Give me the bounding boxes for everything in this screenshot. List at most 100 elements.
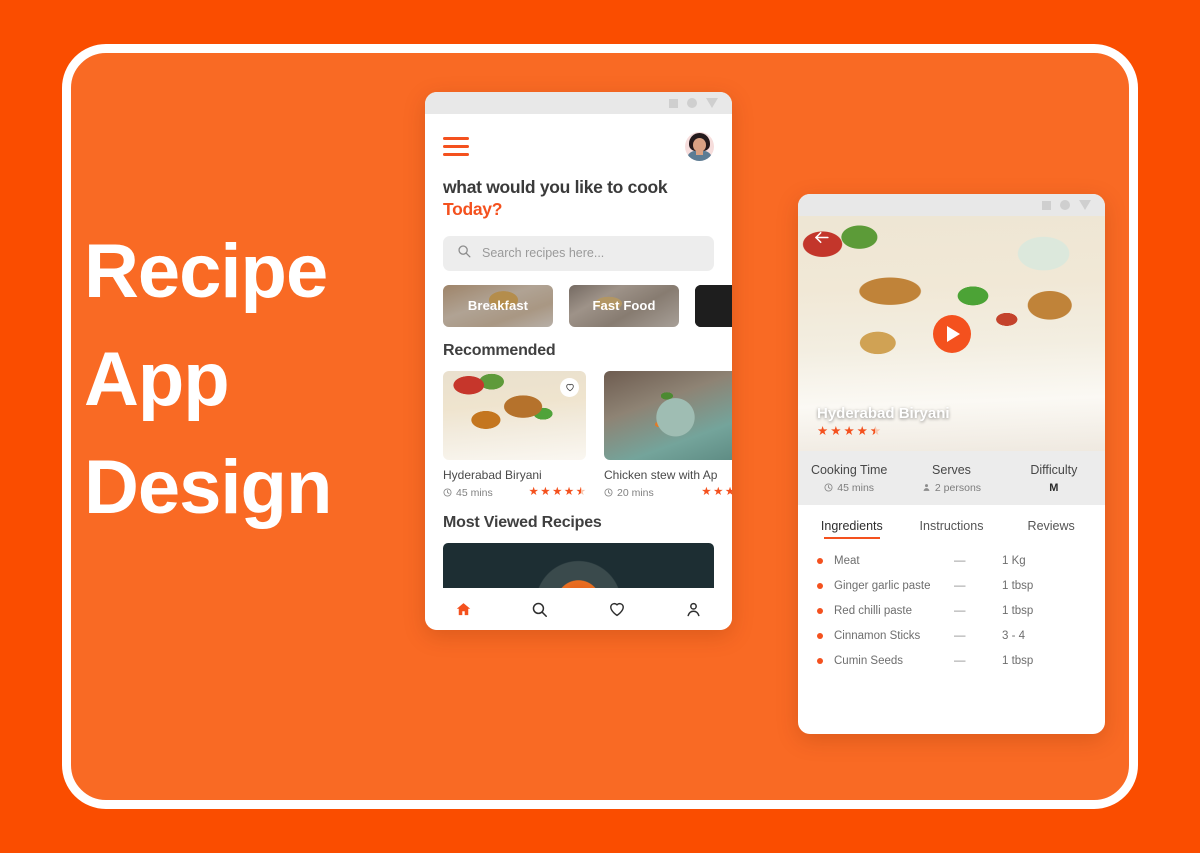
nav-search[interactable] bbox=[531, 601, 548, 618]
greeting-line-1: what would you like to cook bbox=[443, 177, 668, 197]
ingredient-row: Cinnamon Sticks — 3 - 4 bbox=[817, 630, 1086, 642]
recipe-card[interactable]: Hyderabad Biryani 45 mins ★ ★ ★ ★ ★ bbox=[443, 370, 586, 499]
search-input[interactable]: Search recipes here... bbox=[443, 235, 714, 271]
category-chip-breakfast[interactable]: Breakfast bbox=[443, 284, 553, 327]
clock-icon bbox=[824, 483, 833, 492]
recipe-time-label: 45 mins bbox=[456, 486, 493, 499]
ingredient-quantity: 3 - 4 bbox=[1002, 630, 1026, 642]
bullet-icon bbox=[817, 583, 823, 589]
category-chip-fast-food[interactable]: Fast Food bbox=[569, 284, 679, 327]
recipe-time-label: 20 mins bbox=[617, 486, 654, 499]
greeting-line-2: Today? bbox=[443, 199, 503, 220]
category-chips: Breakfast Fast Food bbox=[443, 284, 732, 327]
hamburger-menu-icon[interactable] bbox=[443, 136, 469, 157]
square-icon bbox=[1042, 200, 1051, 210]
rating-stars: ★ ★ ★ ★ ★ bbox=[817, 424, 881, 438]
headline-line-1: Recipe bbox=[84, 229, 328, 314]
profile-icon bbox=[687, 602, 700, 616]
person-icon bbox=[923, 484, 930, 491]
home-content: what would you like to cook Today? Searc… bbox=[425, 114, 732, 630]
bullet-icon bbox=[817, 608, 823, 614]
ingredient-name: Cinnamon Sticks bbox=[834, 630, 921, 642]
home-screen-mockup: what would you like to cook Today? Searc… bbox=[425, 92, 732, 630]
nav-profile[interactable] bbox=[685, 601, 702, 618]
triangle-icon bbox=[706, 98, 718, 108]
ingredient-quantity: 1 tbsp bbox=[1002, 605, 1034, 617]
info-label: Cooking Time bbox=[810, 462, 888, 477]
rating-stars: ★★★★ bbox=[701, 486, 732, 499]
info-value: 45 mins bbox=[798, 482, 900, 494]
circle-icon bbox=[1060, 200, 1070, 210]
info-value-label: 2 persons bbox=[934, 481, 982, 494]
category-chip-label: Breakfast bbox=[467, 298, 529, 314]
search-icon bbox=[457, 244, 471, 263]
status-bar bbox=[425, 92, 732, 114]
rating-stars: ★ ★ ★ ★ ★ bbox=[528, 487, 586, 499]
recipe-info-row: Cooking Time 45 mins Serves 2 persons Di… bbox=[798, 451, 1105, 505]
ingredient-name: Meat bbox=[834, 555, 860, 567]
ingredient-separator: — bbox=[954, 580, 966, 592]
category-chip-label: Fast Food bbox=[592, 298, 656, 314]
headline-line-2: App bbox=[84, 336, 230, 422]
square-icon bbox=[669, 98, 678, 108]
tab-ingredients[interactable]: Ingredients bbox=[802, 519, 902, 539]
nav-favorites[interactable] bbox=[608, 600, 626, 618]
ingredient-name: Cumin Seeds bbox=[834, 655, 904, 667]
triangle-icon bbox=[1079, 200, 1091, 210]
arrow-left-icon[interactable] bbox=[812, 228, 831, 252]
recipe-title: Hyderabad Biryani bbox=[817, 405, 950, 422]
bullet-icon bbox=[817, 633, 823, 639]
recipe-meta: 20 mins ★★★★ bbox=[604, 487, 732, 499]
hero-image: Hyderabad Biryani ★ ★ ★ ★ ★ bbox=[798, 216, 1105, 451]
recipe-time: 20 mins bbox=[604, 487, 654, 499]
heart-outline-icon[interactable] bbox=[560, 377, 579, 397]
info-value: 2 persons bbox=[900, 482, 1002, 494]
tab-instructions[interactable]: Instructions bbox=[902, 519, 1002, 539]
info-label: Serves bbox=[932, 462, 971, 477]
info-label: Difficulty bbox=[1030, 462, 1078, 477]
info-difficulty: Difficulty M bbox=[1003, 463, 1105, 494]
ingredient-quantity: 1 tbsp bbox=[1002, 655, 1034, 667]
tab-reviews[interactable]: Reviews bbox=[1001, 519, 1101, 539]
bullet-icon bbox=[817, 658, 823, 664]
ingredient-row: Cumin Seeds — 1 tbsp bbox=[817, 655, 1086, 667]
home-header bbox=[443, 114, 714, 161]
home-icon bbox=[456, 602, 470, 615]
ingredient-row: Meat — 1 Kg bbox=[817, 555, 1086, 567]
greeting-text: what would you like to cook Today? bbox=[443, 176, 714, 221]
ingredient-quantity: 1 tbsp bbox=[1002, 580, 1034, 592]
recipe-image bbox=[604, 370, 732, 460]
recipe-image bbox=[443, 370, 586, 460]
info-cooking-time: Cooking Time 45 mins bbox=[798, 463, 900, 494]
search-icon bbox=[532, 602, 548, 617]
ingredients-list: Meat — 1 Kg Ginger garlic paste — 1 tbsp… bbox=[798, 539, 1105, 667]
nav-home[interactable] bbox=[455, 601, 472, 618]
ingredient-quantity: 1 Kg bbox=[1002, 555, 1026, 567]
recipe-meta: 45 mins ★ ★ ★ ★ ★ bbox=[443, 487, 586, 499]
recipe-card[interactable]: Chicken stew with Ap 20 mins ★★★★ bbox=[604, 370, 732, 499]
recommended-heading: Recommended bbox=[443, 341, 556, 359]
bullet-icon bbox=[817, 558, 823, 564]
circle-icon bbox=[687, 98, 697, 108]
most-viewed-heading: Most Viewed Recipes bbox=[443, 513, 602, 531]
recipe-time: 45 mins bbox=[443, 487, 493, 499]
ingredient-name: Red chilli paste bbox=[834, 605, 912, 617]
detail-screen-mockup: Hyderabad Biryani ★★★★★ Cooking Time 45 … bbox=[798, 194, 1105, 734]
headline-line-3: Design bbox=[84, 444, 332, 530]
info-value-label: 45 mins bbox=[837, 481, 875, 494]
ingredient-separator: — bbox=[954, 630, 966, 642]
recipe-name: Chicken stew with Ap bbox=[604, 467, 718, 482]
status-bar bbox=[798, 194, 1105, 216]
clock-icon bbox=[443, 488, 452, 497]
ingredient-row: Ginger garlic paste — 1 tbsp bbox=[817, 580, 1086, 592]
category-chip-next[interactable] bbox=[695, 284, 732, 327]
page-title: Recipe App Design bbox=[84, 218, 444, 542]
ingredient-name: Ginger garlic paste bbox=[834, 580, 931, 592]
avatar[interactable] bbox=[685, 132, 714, 161]
recipe-name: Hyderabad Biryani bbox=[443, 467, 542, 482]
info-serves: Serves 2 persons bbox=[900, 463, 1002, 494]
detail-tabs: Ingredients Instructions Reviews bbox=[798, 519, 1105, 539]
info-value-label: M bbox=[1049, 481, 1059, 494]
clock-icon bbox=[604, 488, 613, 497]
play-icon[interactable] bbox=[932, 314, 971, 353]
